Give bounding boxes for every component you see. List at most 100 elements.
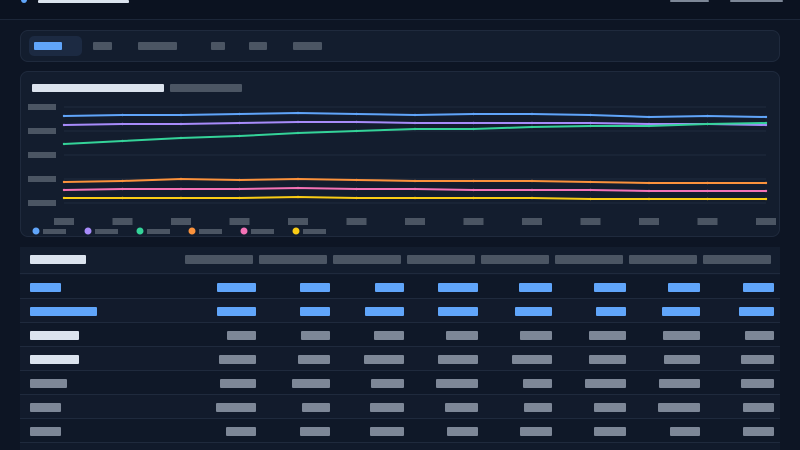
table-cell: [301, 331, 330, 340]
table-row[interactable]: [20, 371, 780, 395]
data-point: [179, 177, 183, 181]
data-point: [589, 188, 592, 192]
data-point: [647, 124, 651, 128]
data-point: [530, 112, 534, 116]
column-header[interactable]: [407, 255, 475, 264]
data-point: [355, 196, 358, 200]
data-point: [472, 188, 475, 192]
header-action-1[interactable]: [670, 0, 709, 2]
column-header[interactable]: [481, 255, 549, 264]
table-cell: [659, 379, 700, 388]
column-header[interactable]: [30, 255, 86, 264]
app-title: [38, 0, 129, 3]
legend-swatch: [240, 227, 248, 235]
data-point: [238, 134, 241, 138]
data-point: [413, 187, 417, 191]
table-row[interactable]: [20, 419, 780, 443]
y-tick-label: [28, 152, 56, 158]
y-tick-label: [28, 104, 56, 110]
tab-6[interactable]: [293, 42, 322, 50]
data-table: [20, 247, 780, 450]
table-cell: [664, 355, 700, 364]
table-cell: [594, 283, 626, 292]
data-point: [589, 124, 592, 128]
data-point: [179, 196, 183, 200]
data-point: [530, 121, 534, 125]
data-point: [589, 180, 592, 184]
data-point: [238, 112, 241, 116]
column-header[interactable]: [629, 255, 697, 264]
x-tick-label: [54, 218, 74, 225]
x-tick-label: [463, 218, 484, 225]
x-tick-label: [229, 218, 250, 225]
data-point: [355, 112, 358, 116]
table-cell: [217, 283, 256, 292]
line-chart: [28, 104, 776, 235]
table-cell: [227, 331, 256, 340]
table-cell: [520, 331, 552, 340]
data-point: [238, 121, 241, 125]
data-point: [296, 120, 300, 124]
table-cell: [300, 307, 330, 316]
data-point: [238, 187, 241, 191]
x-tick-label: [756, 218, 776, 225]
table-cell: [370, 427, 404, 436]
table-cell: [220, 379, 256, 388]
tab-3[interactable]: [138, 42, 177, 50]
data-point: [62, 196, 66, 200]
header-action-2[interactable]: [730, 0, 783, 2]
column-header[interactable]: [259, 255, 327, 264]
data-point: [62, 123, 66, 127]
tab-4[interactable]: [211, 42, 225, 50]
row-label[interactable]: [30, 307, 97, 316]
chart-card: [20, 71, 780, 237]
top-bar: [0, 0, 800, 20]
tab-5[interactable]: [249, 42, 267, 50]
row-label[interactable]: [30, 331, 79, 340]
table-cell: [438, 307, 478, 316]
table-cell: [438, 283, 478, 292]
data-point: [413, 179, 417, 183]
table-cell: [374, 331, 404, 340]
table-cell: [217, 307, 256, 316]
data-point: [238, 178, 241, 182]
data-point: [472, 121, 475, 125]
table-row[interactable]: [20, 299, 780, 323]
row-label[interactable]: [30, 427, 61, 436]
table-cell: [226, 427, 256, 436]
table-cell: [594, 427, 626, 436]
x-tick-label: [580, 218, 601, 225]
series-line-3: [63, 122, 767, 145]
x-tick-label: [346, 218, 367, 225]
data-point: [296, 111, 300, 115]
legend-label: [43, 229, 66, 234]
data-point: [62, 142, 66, 146]
column-header[interactable]: [185, 255, 253, 264]
column-header[interactable]: [333, 255, 401, 264]
column-header[interactable]: [703, 255, 771, 264]
table-row[interactable]: [20, 395, 780, 419]
data-point: [413, 113, 417, 117]
data-point: [764, 115, 768, 119]
legend-label: [147, 229, 170, 234]
table-cell: [589, 331, 626, 340]
tab-active[interactable]: [29, 36, 82, 56]
tab-2[interactable]: [93, 42, 112, 50]
column-header[interactable]: [555, 255, 623, 264]
data-point: [121, 122, 124, 126]
table-row[interactable]: [20, 323, 780, 347]
table-row[interactable]: [20, 275, 780, 299]
data-point: [296, 177, 300, 181]
row-label[interactable]: [30, 403, 61, 412]
table-row[interactable]: [20, 347, 780, 371]
data-point: [530, 179, 534, 183]
data-point: [121, 187, 124, 191]
data-point: [413, 127, 417, 131]
table-cell: [743, 283, 774, 292]
data-point: [296, 195, 300, 199]
row-label[interactable]: [30, 283, 61, 292]
row-label[interactable]: [30, 355, 79, 364]
data-point: [530, 188, 534, 192]
row-label[interactable]: [30, 379, 67, 388]
data-point: [764, 189, 768, 193]
